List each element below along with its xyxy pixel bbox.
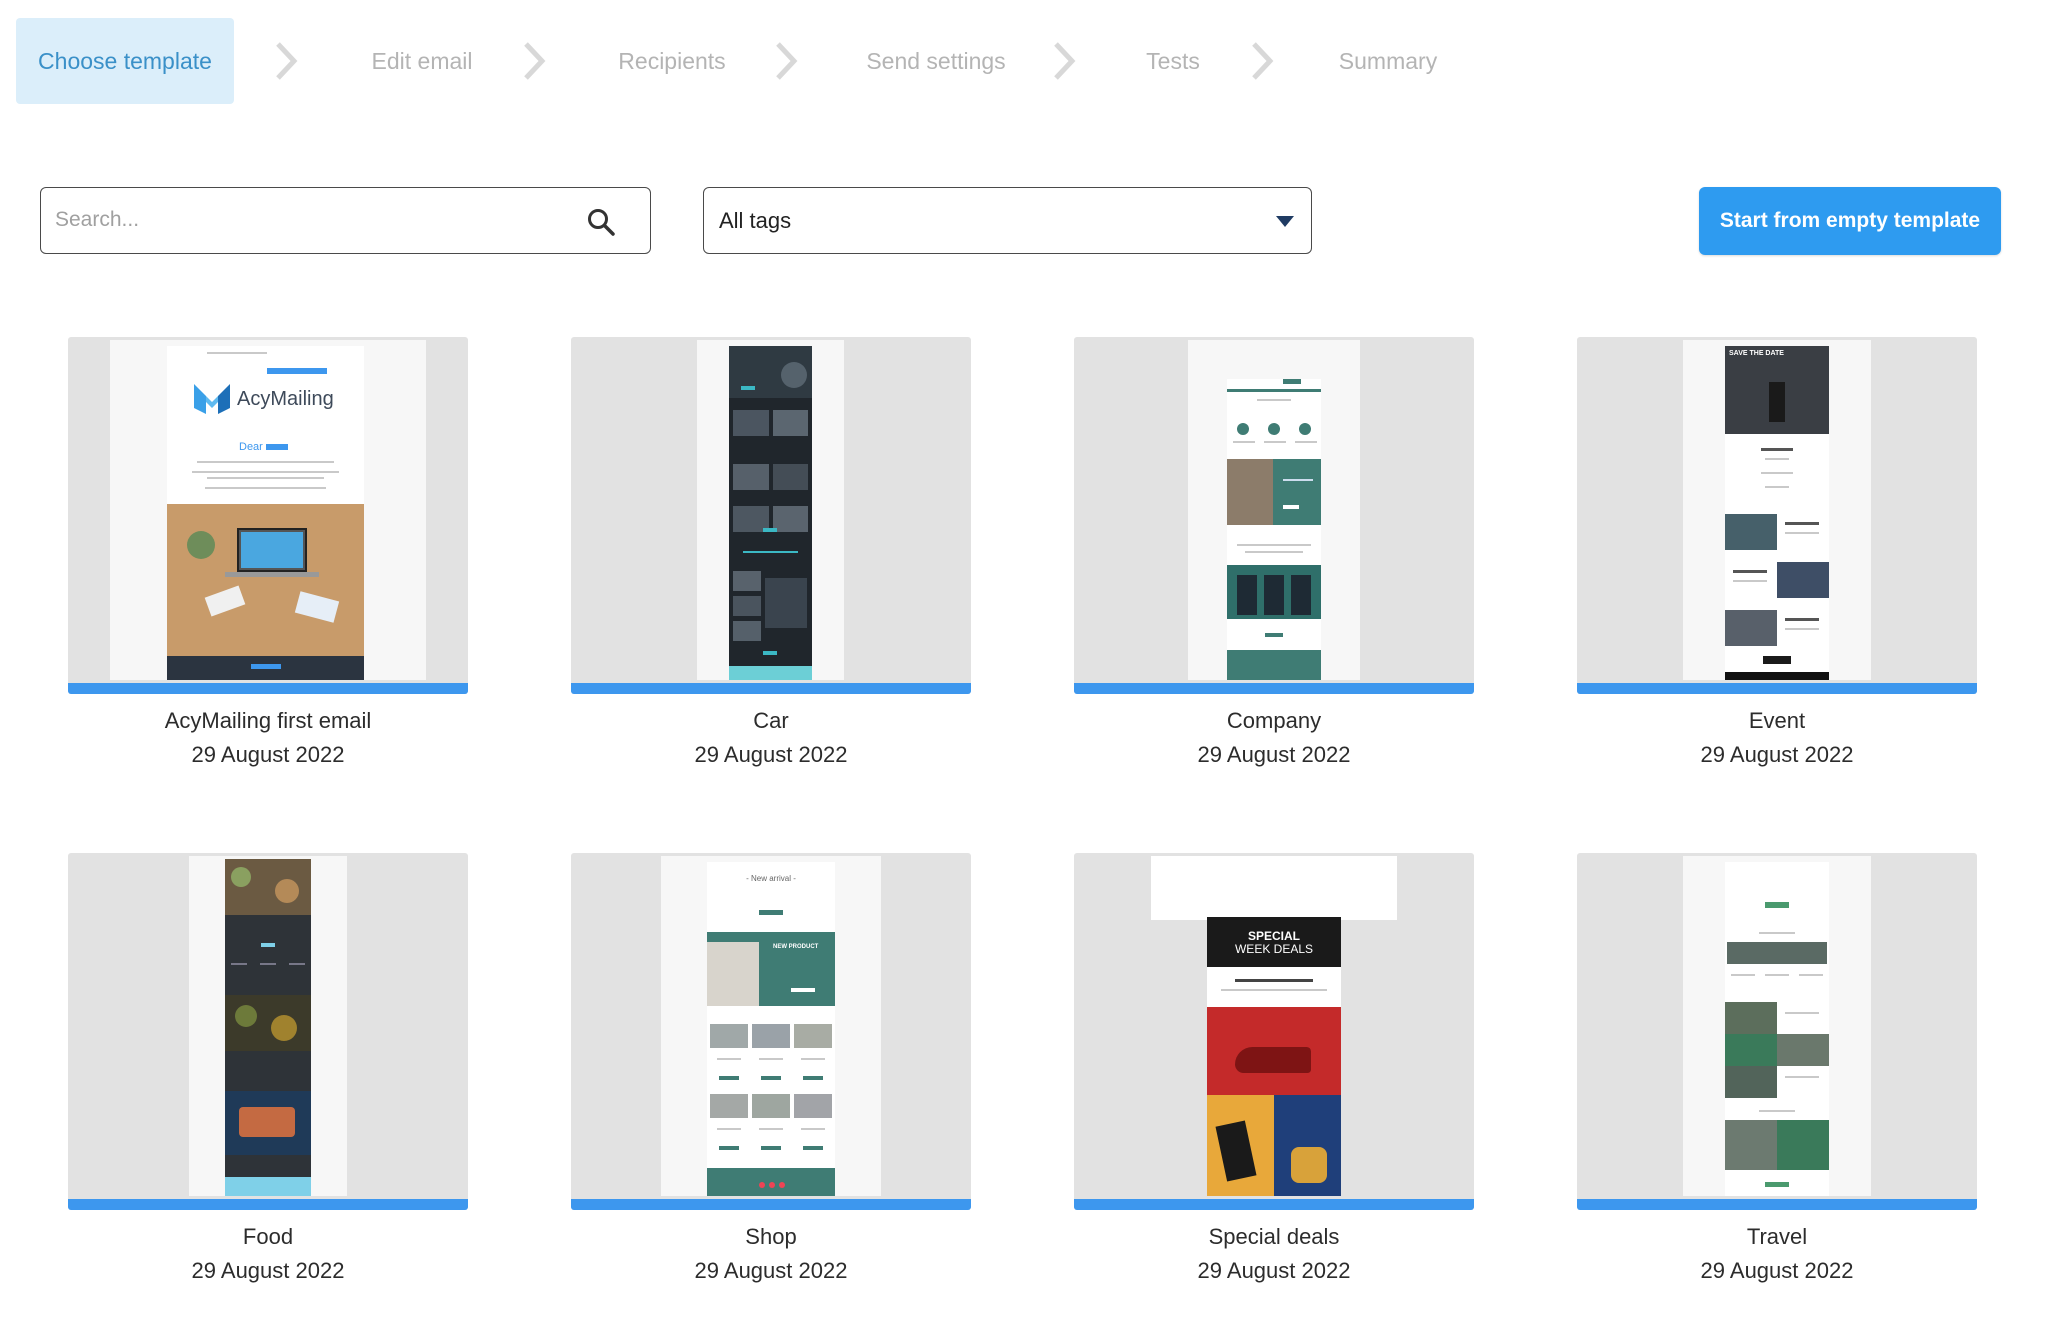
chevron-right-icon — [512, 39, 556, 83]
email-preview — [225, 859, 311, 1196]
email-preview: SAVE THE DATE — [1725, 346, 1829, 680]
template-name: Special deals — [1208, 1224, 1340, 1249]
tags-select[interactable]: All tags — [703, 187, 1312, 254]
template-card-travel[interactable]: Travel 29 August 2022 — [1577, 853, 1977, 1284]
step-tests[interactable]: Tests — [1118, 18, 1228, 104]
step-send-settings[interactable]: Send settings — [838, 18, 1034, 104]
step-edit-email[interactable]: Edit email — [332, 18, 512, 104]
search-input[interactable] — [55, 188, 575, 252]
step-summary[interactable]: Summary — [1318, 18, 1458, 104]
template-thumbnail[interactable]: - New arrival - NEW PRODUCT — [571, 853, 971, 1210]
step-choose-template[interactable]: Choose template — [16, 18, 234, 104]
template-name: AcyMailing first email — [164, 708, 372, 733]
template-date: 29 August 2022 — [1197, 1258, 1351, 1283]
template-date: 29 August 2022 — [694, 742, 848, 767]
template-date: 29 August 2022 — [1700, 1258, 1854, 1283]
template-name: Food — [242, 1224, 294, 1249]
template-date: 29 August 2022 — [191, 742, 345, 767]
start-empty-template-button[interactable]: Start from empty template — [1699, 187, 2001, 255]
template-name: Travel — [1746, 1224, 1808, 1249]
acymailing-logo-icon — [194, 384, 230, 414]
template-date: 29 August 2022 — [1700, 742, 1854, 767]
email-preview — [1725, 862, 1829, 1196]
template-thumbnail[interactable]: AcyMailing Dear — [68, 337, 468, 694]
search-box — [40, 187, 651, 254]
template-card-event[interactable]: SAVE THE DATE Event 29 August 2022 — [1577, 337, 1977, 768]
template-thumbnail[interactable] — [1577, 853, 1977, 1210]
template-card-company[interactable]: Company 29 August 2022 — [1074, 337, 1474, 768]
template-name: Shop — [745, 1224, 797, 1249]
template-name: Event — [1748, 708, 1806, 733]
template-thumbnail[interactable] — [68, 853, 468, 1210]
template-name: Car — [753, 708, 789, 733]
template-card-shop[interactable]: - New arrival - NEW PRODUCT Shop 29 Augu… — [571, 853, 971, 1284]
chevron-right-icon — [764, 39, 808, 83]
wizard-stepper: Choose template Edit email Recipients Se… — [16, 18, 1456, 104]
chevron-right-icon — [1042, 39, 1086, 83]
chevron-right-icon — [264, 39, 308, 83]
template-card-food[interactable]: Food 29 August 2022 — [68, 853, 468, 1284]
search-icon[interactable] — [586, 207, 616, 237]
caret-down-icon — [1276, 216, 1294, 227]
chevron-right-icon — [1240, 39, 1284, 83]
email-preview: SPECIAL WEEK DEALS — [1207, 917, 1341, 1196]
template-card-special-deals[interactable]: SPECIAL WEEK DEALS Special deals 29 Augu… — [1074, 853, 1474, 1284]
template-thumbnail[interactable]: SPECIAL WEEK DEALS — [1074, 853, 1474, 1210]
template-card-acymailing[interactable]: AcyMailing Dear AcyMailing first email 2… — [68, 337, 468, 768]
template-date: 29 August 2022 — [191, 1258, 345, 1283]
template-thumbnail[interactable] — [1074, 337, 1474, 694]
template-thumbnail[interactable] — [571, 337, 971, 694]
email-preview: AcyMailing Dear — [167, 346, 364, 680]
email-preview — [729, 346, 812, 680]
template-date: 29 August 2022 — [1197, 742, 1351, 767]
template-date: 29 August 2022 — [694, 1258, 848, 1283]
email-preview — [1227, 379, 1321, 680]
template-card-car[interactable]: Car 29 August 2022 — [571, 337, 971, 768]
template-name: Company — [1226, 708, 1322, 733]
step-recipients[interactable]: Recipients — [582, 18, 762, 104]
template-thumbnail[interactable]: SAVE THE DATE — [1577, 337, 1977, 694]
tags-selected-value: All tags — [719, 208, 792, 233]
email-preview: - New arrival - NEW PRODUCT — [707, 862, 835, 1196]
